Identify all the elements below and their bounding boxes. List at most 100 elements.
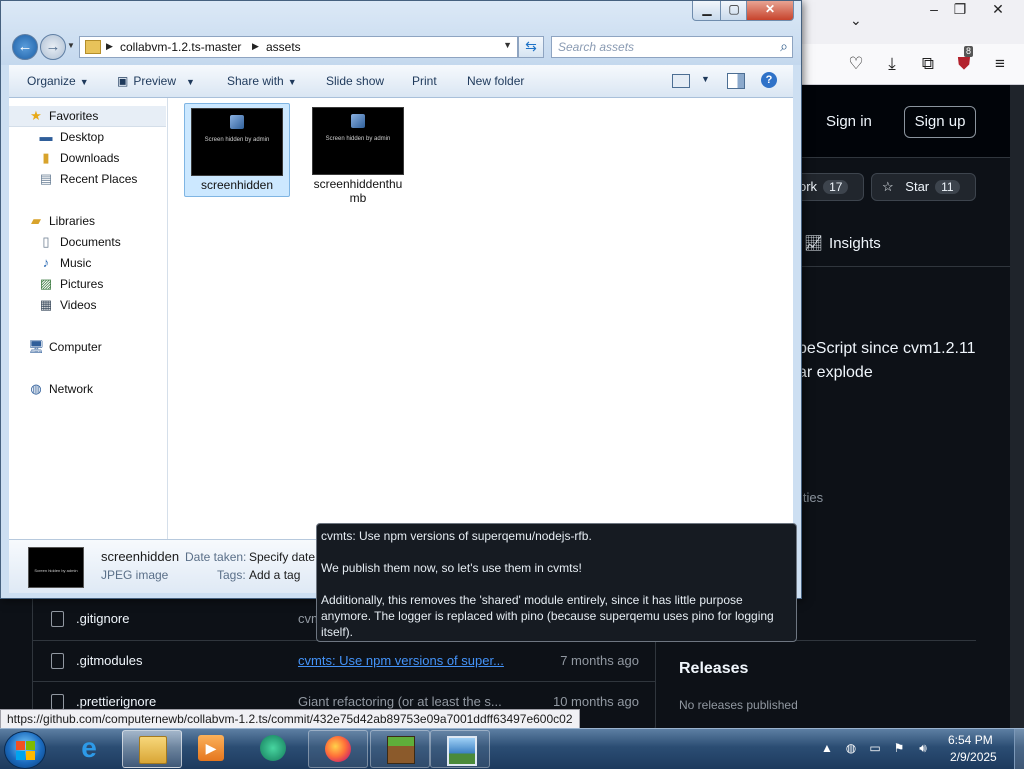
change-view-icon[interactable] <box>672 74 690 88</box>
preview-button[interactable]: ▣ Preview ▼ <box>117 74 195 88</box>
new-folder-button[interactable]: New folder <box>467 74 524 88</box>
nav-item-recent-places[interactable]: ▤ Recent Places <box>9 169 166 189</box>
ublock-extension-icon[interactable]: ⛊ 8 <box>952 46 976 76</box>
media-player-icon: ▶ <box>198 735 224 761</box>
nav-item-favorites[interactable]: ★ Favorites <box>9 106 166 127</box>
volume-icon[interactable]: 🔊︎ <box>916 741 930 755</box>
show-desktop-button[interactable] <box>1014 729 1024 769</box>
clock-date[interactable]: 2/9/2025 <box>950 750 997 764</box>
file-name[interactable]: .prettierignore <box>76 694 156 709</box>
search-icon[interactable]: ⌕ <box>780 38 788 55</box>
organize-button[interactable]: Organize ▼ <box>27 74 89 88</box>
minimize-button[interactable]: ▁ <box>692 1 722 21</box>
nav-item-libraries[interactable]: ▰ Libraries <box>9 211 166 231</box>
nav-item-pictures[interactable]: ▨ Pictures <box>9 274 166 294</box>
share-with-button[interactable]: Share with ▼ <box>227 74 297 88</box>
tags-field[interactable]: Add a tag <box>249 568 300 582</box>
breadcrumb-chevron-icon[interactable]: ▶ <box>106 41 113 52</box>
back-button[interactable]: ← <box>12 34 38 60</box>
print-button[interactable]: Print <box>412 74 437 88</box>
taskbar-media-player[interactable]: ▶ <box>182 730 240 766</box>
maximize-button[interactable]: ▢ <box>720 1 748 21</box>
extensions-icon[interactable]: ⧉ <box>916 52 940 76</box>
activity-link[interactable]: ities <box>800 490 823 505</box>
file-name[interactable]: .gitignore <box>76 611 129 626</box>
search-input[interactable]: Search assets ⌕ <box>551 36 793 58</box>
taskbar-app[interactable] <box>244 730 302 766</box>
nav-item-videos[interactable]: ▦ Videos <box>9 295 166 315</box>
browser-scrollbar[interactable] <box>1010 85 1024 728</box>
taskbar-internet-explorer[interactable]: e <box>60 730 118 766</box>
taskbar-firefox[interactable] <box>308 730 368 768</box>
nav-item-documents[interactable]: ▯ Documents <box>9 232 166 252</box>
tab-insights[interactable]: 📈︎ Insights <box>804 234 881 252</box>
commit-date: 7 months ago <box>560 653 639 668</box>
browser-close-button[interactable]: ✕ <box>980 0 1016 18</box>
details-file-name: screenhidden <box>101 549 180 564</box>
taskbar-minecraft[interactable] <box>370 730 430 768</box>
preview-icon: ▣ <box>117 74 129 88</box>
commit-message[interactable]: Giant refactoring (or at least the s... <box>298 694 518 709</box>
taskbar: e ▶ ▲ ◍ ▭ ⚑ 🔊︎ 6:54 PM 2/9/2025 <box>0 728 1024 769</box>
firefox-icon <box>325 736 351 762</box>
preview-pane-icon[interactable] <box>727 73 745 89</box>
releases-empty-text: No releases published <box>679 698 798 712</box>
browser-restore-button[interactable]: ❐ <box>942 0 978 18</box>
file-item[interactable]: Screen hidden by admin screenhiddenthumb <box>306 103 410 211</box>
nav-item-downloads[interactable]: ▮ Downloads <box>9 148 166 168</box>
recent-pages-dropdown-icon[interactable]: ▼ <box>67 41 75 50</box>
pocket-icon[interactable]: ♡ <box>844 52 868 76</box>
downloads-icon[interactable]: ⤓ <box>880 52 904 76</box>
star-count: 11 <box>935 180 960 194</box>
releases-heading[interactable]: Releases <box>679 660 748 678</box>
address-bar[interactable]: ▶ collabvm-1.2.ts-master ▶ assets ▼ <box>79 36 518 58</box>
picture-viewer-icon <box>447 736 477 766</box>
star-button[interactable]: ☆ Star 11 <box>871 173 976 201</box>
tab-insights-label: Insights <box>829 235 881 252</box>
computer-icon <box>230 115 244 129</box>
tooltip-line: We publish them now, so let's use them i… <box>321 561 582 575</box>
breadcrumb-segment[interactable]: collabvm-1.2.ts-master <box>120 40 241 54</box>
address-dropdown-icon[interactable]: ▼ <box>503 40 512 50</box>
computer-icon: 🖥︎ <box>28 339 45 354</box>
star-icon: ★ <box>30 108 42 123</box>
close-button[interactable]: ✕ <box>746 1 794 21</box>
documents-icon: ▯ <box>42 234 50 249</box>
nav-item-network[interactable]: ◍ Network <box>9 379 166 399</box>
nav-item-desktop[interactable]: ▬ Desktop <box>9 127 166 147</box>
refresh-button[interactable]: ⇆ <box>518 36 544 58</box>
tab-list-chevron-icon[interactable]: ⌄ <box>850 12 862 29</box>
chevron-down-icon[interactable]: ▼ <box>701 74 710 84</box>
sign-up-button[interactable]: Sign up <box>904 106 976 138</box>
nav-label: Videos <box>60 298 97 312</box>
thumbnail-image: Screen hidden by admin <box>191 108 283 176</box>
file-name[interactable]: .gitmodules <box>76 653 142 668</box>
network-status-icon[interactable]: ◍ <box>844 741 858 755</box>
help-icon[interactable]: ? <box>761 72 777 88</box>
menu-icon[interactable]: ≡ <box>988 52 1012 76</box>
nav-label: Pictures <box>60 277 104 291</box>
device-icon[interactable]: ▭ <box>868 741 882 755</box>
action-center-flag-icon[interactable]: ⚑ <box>892 741 906 755</box>
breadcrumb-segment[interactable]: assets <box>266 40 301 54</box>
details-thumbnail: Screen hidden by admin <box>28 547 84 588</box>
file-item[interactable]: Screen hidden by admin screenhidden <box>184 103 290 197</box>
taskbar-windows-explorer[interactable] <box>122 730 182 768</box>
forward-button[interactable]: → <box>40 34 66 60</box>
show-hidden-icons-icon[interactable]: ▲ <box>820 741 834 755</box>
breadcrumb-chevron-icon[interactable]: ▶ <box>252 41 259 52</box>
start-button[interactable] <box>4 731 46 769</box>
taskbar-picture-viewer[interactable] <box>430 730 490 768</box>
commit-message[interactable]: cvmts: Use npm versions of super... <box>298 653 518 668</box>
table-row[interactable]: .gitmodules cvmts: Use npm versions of s… <box>33 640 655 681</box>
star-label: Star <box>905 179 930 194</box>
nav-label: Network <box>49 382 94 396</box>
date-taken-field[interactable]: Specify date t <box>249 550 322 564</box>
nav-item-music[interactable]: ♪ Music <box>9 253 166 273</box>
star-icon: ☆ <box>882 179 894 194</box>
clock-time[interactable]: 6:54 PM <box>948 733 993 747</box>
file-list: Screen hidden by admin screenhidden Scre… <box>168 98 793 539</box>
details-file-type: JPEG image <box>101 568 169 582</box>
slide-show-button[interactable]: Slide show <box>326 74 384 88</box>
nav-item-computer[interactable]: 🖥︎ Computer <box>9 337 166 357</box>
